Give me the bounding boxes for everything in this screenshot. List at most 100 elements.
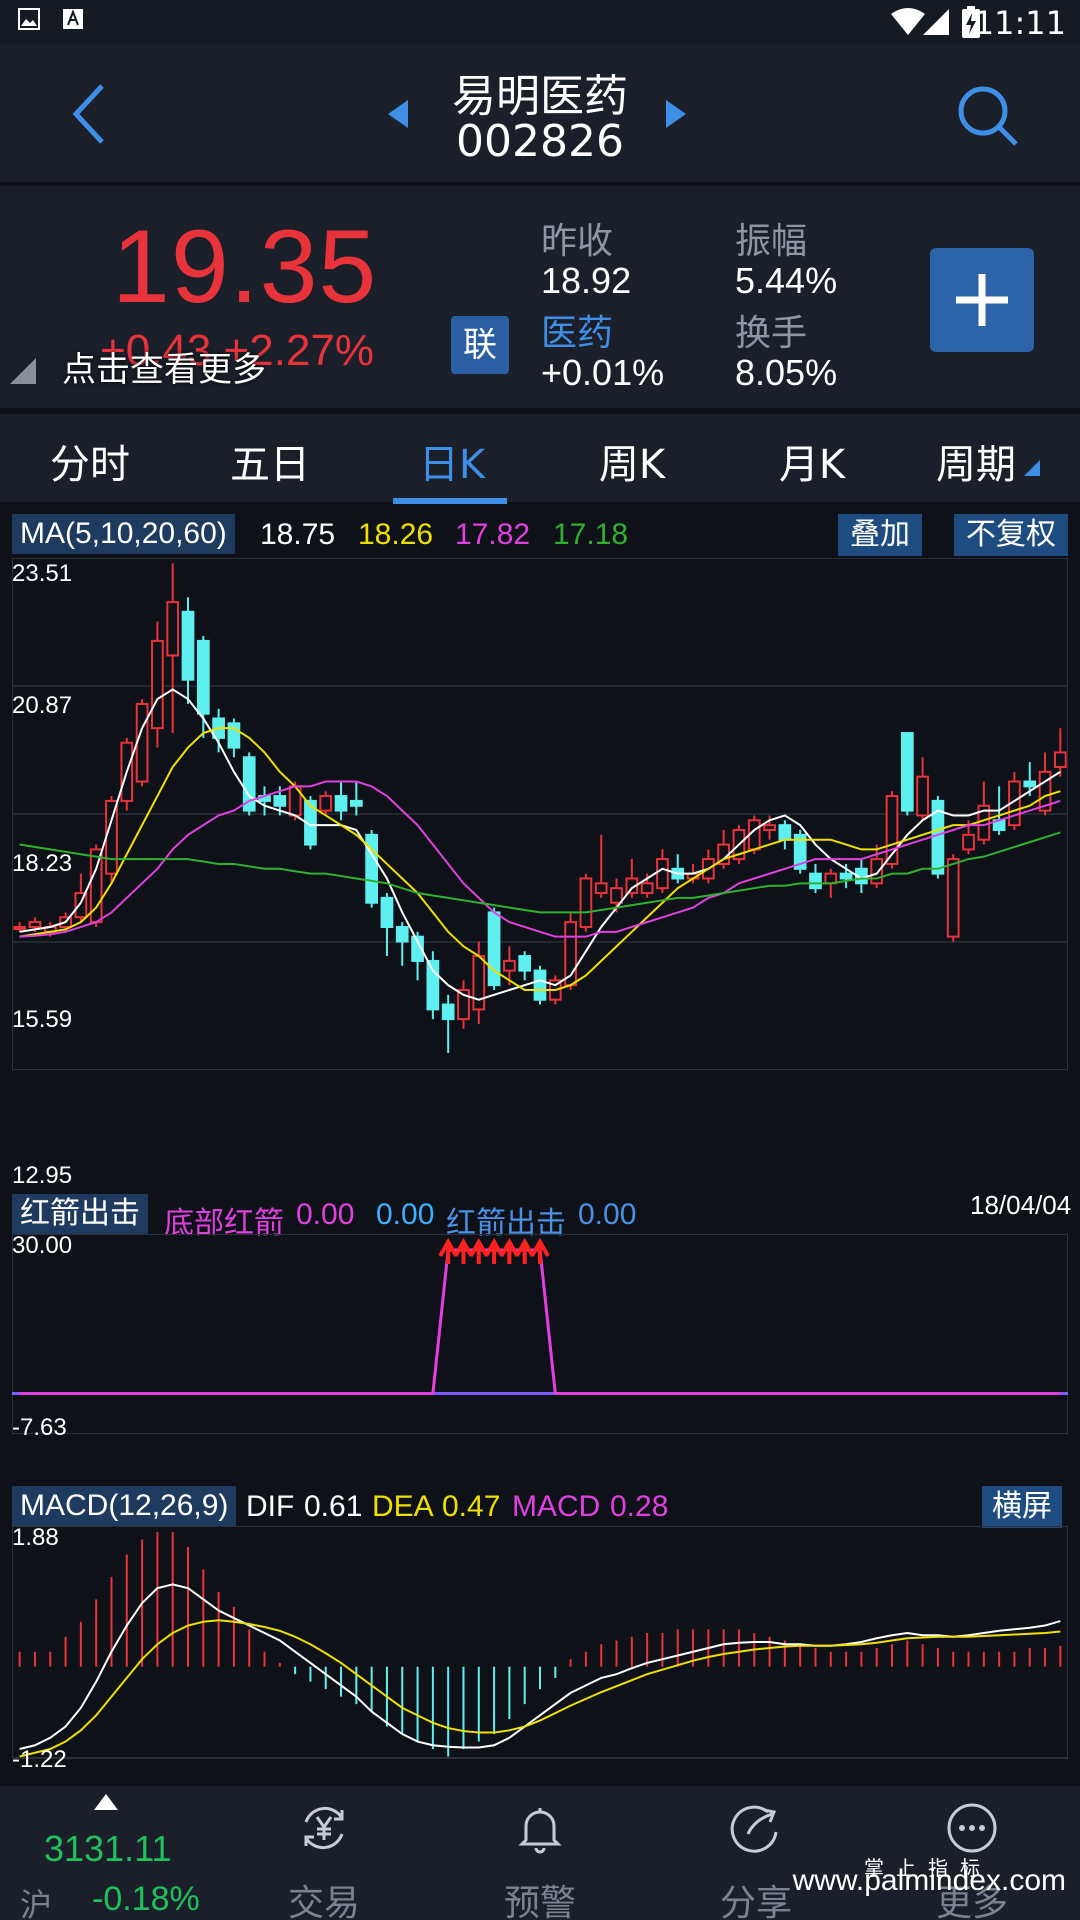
- k-ytick-1: 20.87: [12, 692, 73, 719]
- more-tip[interactable]: 点击查看更多: [62, 342, 266, 391]
- candle-body: [13, 925, 27, 930]
- candle-body: [273, 795, 287, 807]
- status-bar: 11:11: [0, 0, 1080, 44]
- candle-body: [319, 795, 333, 812]
- text-notification-icon: [63, 9, 83, 29]
- red-arrow-marker: [484, 1237, 504, 1264]
- expand-up-icon: [94, 1794, 118, 1810]
- ma10-value: 18.26: [358, 518, 434, 551]
- index-ticker[interactable]: 3131.11 沪 -0.18%: [0, 1786, 200, 1920]
- nav-alert-label: 预警: [503, 1883, 576, 1920]
- candle-body: [196, 639, 210, 715]
- k-ytick-3: 15.59: [12, 1006, 73, 1033]
- tab-daily-k[interactable]: 日K: [382, 432, 522, 490]
- dropdown-triangle-icon: [1024, 460, 1040, 476]
- dif-value: 0.61: [304, 1490, 363, 1523]
- search-icon[interactable]: [956, 84, 1020, 148]
- prev-close-value: 18.92: [541, 260, 632, 301]
- candle-body: [916, 775, 929, 817]
- candle-body: [227, 722, 241, 749]
- index-value: 3131.11: [44, 1828, 172, 1869]
- ma-legend: MA(5,10,20,60) 18.75 18.26 17.82 17.18 叠…: [0, 510, 1080, 558]
- more-dots-icon: [947, 1803, 997, 1853]
- dea-label: DEA: [372, 1490, 434, 1523]
- ma-indicator-title[interactable]: MA(5,10,20,60): [12, 514, 235, 554]
- share-icon: [730, 1805, 778, 1853]
- overlay-button[interactable]: 叠加: [838, 514, 922, 556]
- nav-trade-label: 交易: [287, 1883, 360, 1920]
- r-ytick-0: 30.00: [12, 1232, 73, 1259]
- bottom-arrow-line: [19, 1248, 1061, 1395]
- rocket-legend: 红箭出击 底部红箭 0.00 0.00 红箭出击 0.00 18/04/04: [0, 1190, 1080, 1240]
- red-arrow-marker: [530, 1237, 550, 1264]
- gallery-notification-icon: [18, 8, 40, 30]
- candle-body: [380, 896, 394, 928]
- adjust-button[interactable]: 不复权: [954, 514, 1068, 556]
- tab-intraday[interactable]: 分时: [20, 432, 160, 490]
- red-arrow-marker: [438, 1237, 458, 1264]
- linkage-button[interactable]: 联: [451, 316, 509, 374]
- k-ytick-4: 12.95: [12, 1162, 73, 1189]
- nav-trade[interactable]: 交易: [234, 1786, 414, 1920]
- candle-body: [579, 877, 593, 928]
- candle-body: [946, 858, 960, 938]
- macd-chart[interactable]: [12, 1526, 1068, 1782]
- nav-alert[interactable]: 预警: [450, 1786, 630, 1920]
- candle-body: [962, 833, 975, 851]
- expand-corner-icon[interactable]: [10, 358, 36, 384]
- nav-share[interactable]: 分享: [666, 1786, 846, 1920]
- candle-body: [151, 639, 164, 730]
- red-arrow-marker: [453, 1237, 474, 1264]
- m-ytick-1: -1.22: [12, 1746, 67, 1773]
- active-tab-indicator: [393, 498, 507, 504]
- rocket-strike-value: 0.00: [578, 1198, 637, 1231]
- candle-body: [839, 872, 853, 880]
- ma60-value: 17.18: [553, 518, 629, 551]
- rocket-indicator-chart[interactable]: [12, 1234, 1068, 1434]
- candle-body: [349, 799, 363, 807]
- dea-value: 0.47: [442, 1490, 501, 1523]
- candle-body: [594, 882, 608, 895]
- candle-body: [472, 955, 486, 1011]
- r-ytick-1: -7.63: [12, 1414, 67, 1441]
- add-watchlist-button[interactable]: [930, 248, 1034, 352]
- ma5-value: 18.75: [260, 518, 336, 551]
- tab-weekly-k[interactable]: 周K: [562, 432, 702, 490]
- next-stock-icon[interactable]: [664, 100, 686, 128]
- sector-link[interactable]: 医药: [541, 304, 613, 356]
- dif-label: DIF: [246, 1490, 295, 1523]
- tab-five-day[interactable]: 五日: [200, 432, 340, 490]
- candle-body: [809, 872, 822, 890]
- current-price: 19.35: [112, 209, 378, 325]
- m-ytick-0: 1.88: [12, 1524, 59, 1551]
- index-name: 沪: [20, 1886, 53, 1920]
- k-ytick-0: 23.51: [12, 560, 73, 587]
- rocket-indicator-title[interactable]: 红箭出击: [12, 1194, 148, 1234]
- ma-line-ma60: [19, 831, 1061, 914]
- macd-indicator-title[interactable]: MACD(12,26,9): [12, 1486, 237, 1526]
- candle-body: [135, 702, 149, 783]
- candle-body: [518, 955, 532, 972]
- turnover-value: 8.05%: [735, 352, 838, 393]
- macd-value: 0.28: [610, 1490, 669, 1523]
- tab-monthly-k[interactable]: 月K: [742, 432, 882, 490]
- wifi-icon: [891, 8, 925, 35]
- chart-date: 18/04/04: [970, 1190, 1072, 1220]
- status-time: 11:11: [973, 4, 1066, 42]
- m-frame: [12, 1526, 1068, 1759]
- candle-body: [640, 882, 654, 895]
- watermark-url: www.palmindex.com: [792, 1864, 1066, 1897]
- k-ytick-2: 18.23: [12, 850, 73, 877]
- ma20-value: 17.82: [455, 518, 531, 551]
- candle-body: [1053, 751, 1067, 768]
- red-arrow-marker: [469, 1237, 489, 1264]
- candle-body: [105, 799, 118, 875]
- plus-icon: [956, 274, 1008, 326]
- chart-area[interactable]: MA(5,10,20,60) 18.75 18.26 17.82 17.18 叠…: [0, 506, 1080, 1784]
- candlestick-chart[interactable]: [12, 558, 1068, 1070]
- back-icon[interactable]: [70, 82, 110, 146]
- candle-body: [503, 959, 516, 972]
- candle-body: [610, 887, 623, 904]
- candle-body: [181, 610, 195, 681]
- landscape-button[interactable]: 横屏: [982, 1486, 1062, 1528]
